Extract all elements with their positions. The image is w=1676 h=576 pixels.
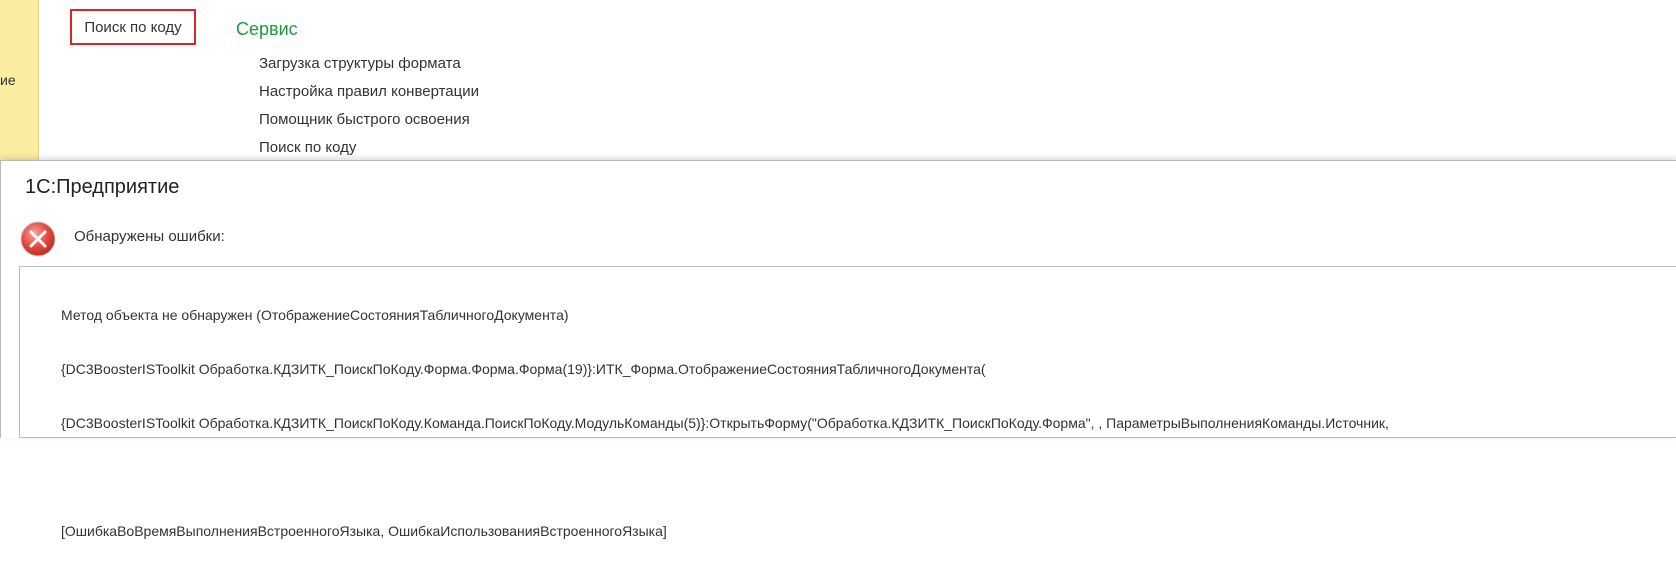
error-message-line: {DC3BoosterISToolkit Обработка.КДЗИТК_По… xyxy=(61,415,1389,431)
error-message-line xyxy=(61,468,1389,486)
error-message-line: [ОшибкаВоВремяВыполненияВстроенногоЯзыка… xyxy=(61,523,667,539)
sidebar-partial-label[interactable]: ие xyxy=(0,72,16,88)
error-dialog: 1С:Предприятие Обнаружены ошибки: Метод … xyxy=(0,160,1676,539)
error-message-text: Метод объекта не обнаружен (ОтображениеС… xyxy=(61,270,1389,576)
service-item-quick-start-assistant[interactable]: Помощник быстрого освоения xyxy=(259,111,479,139)
error-message-line: Метод объекта не обнаружен (ОтображениеС… xyxy=(61,307,569,323)
service-menu-list: Загрузка структуры формата Настройка пра… xyxy=(259,55,479,167)
error-message-box[interactable]: Метод объекта не обнаружен (ОтображениеС… xyxy=(19,266,1676,539)
error-heading: Обнаружены ошибки: xyxy=(74,228,225,245)
dialog-title: 1С:Предприятие xyxy=(25,176,180,198)
search-by-code-button[interactable]: Поиск по коду xyxy=(70,9,196,45)
service-section-title: Сервис xyxy=(236,19,298,39)
error-message-line: {DC3BoosterISToolkit Обработка.КДЗИТК_По… xyxy=(61,361,986,377)
service-item-load-format-structure[interactable]: Загрузка структуры формата xyxy=(259,55,479,83)
error-circle-icon xyxy=(20,221,56,257)
service-item-conversion-rules[interactable]: Настройка правил конвертации xyxy=(259,83,479,111)
